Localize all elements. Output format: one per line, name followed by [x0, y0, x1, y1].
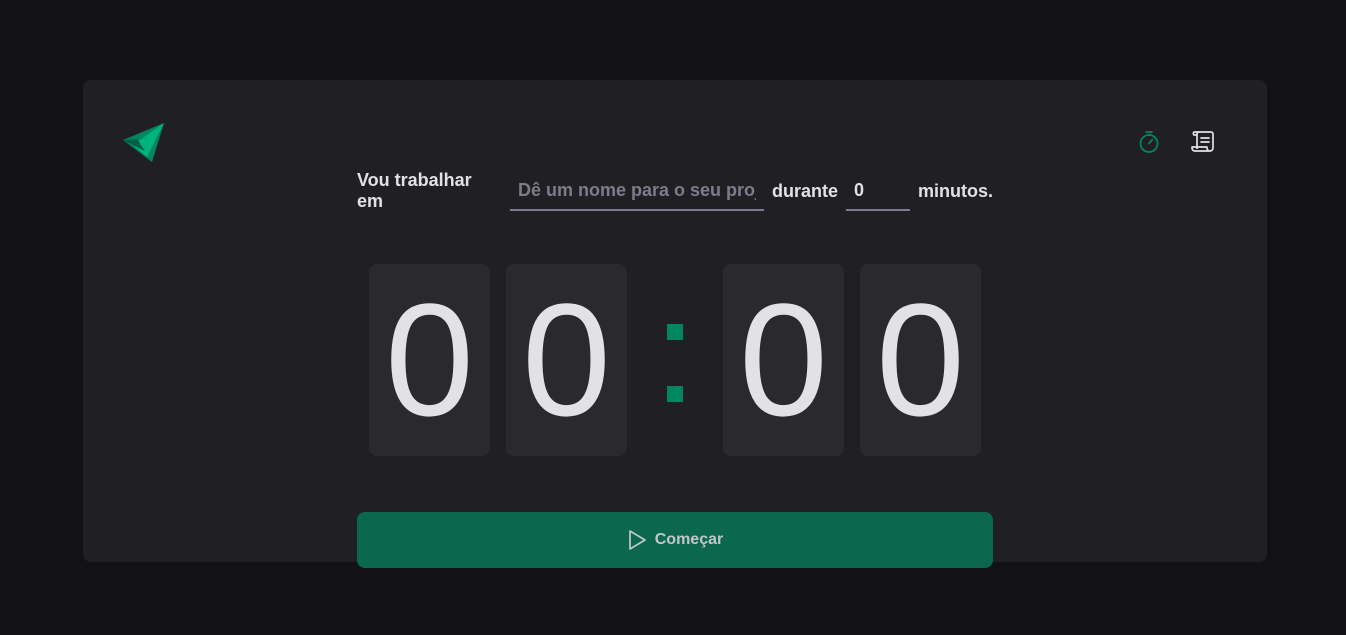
- timer-card: Vou trabalhar em durante minutos. 0 0 0 …: [83, 80, 1267, 562]
- minutes-tens-digit: 0: [369, 264, 490, 456]
- timer-nav-link[interactable]: [1137, 130, 1161, 154]
- seconds-tens-digit: 0: [723, 264, 844, 456]
- history-nav-link[interactable]: [1191, 130, 1215, 154]
- separator-colon: [667, 320, 683, 402]
- scroll-icon: [1191, 131, 1214, 152]
- minutes-ones-digit: 0: [506, 264, 627, 456]
- task-form: Vou trabalhar em durante minutos.: [357, 170, 993, 212]
- seconds-ones-digit: 0: [860, 264, 981, 456]
- timer-icon: [1139, 131, 1159, 153]
- duration-label: durante: [771, 180, 838, 201]
- minutes-suffix-label: minutos.: [918, 180, 993, 201]
- countdown-separator: [643, 264, 707, 456]
- countdown-display: 0 0 0 0: [369, 264, 981, 456]
- ignite-triangle-logo-icon: [123, 123, 165, 163]
- minutes-amount-input[interactable]: [846, 171, 910, 211]
- start-button-label: Começar: [654, 531, 724, 548]
- play-icon: [628, 530, 646, 550]
- task-name-input[interactable]: [509, 171, 764, 211]
- task-prefix-label: Vou trabalhar em: [357, 170, 472, 211]
- header-nav: [1137, 130, 1215, 154]
- start-countdown-button[interactable]: Começar: [357, 512, 993, 568]
